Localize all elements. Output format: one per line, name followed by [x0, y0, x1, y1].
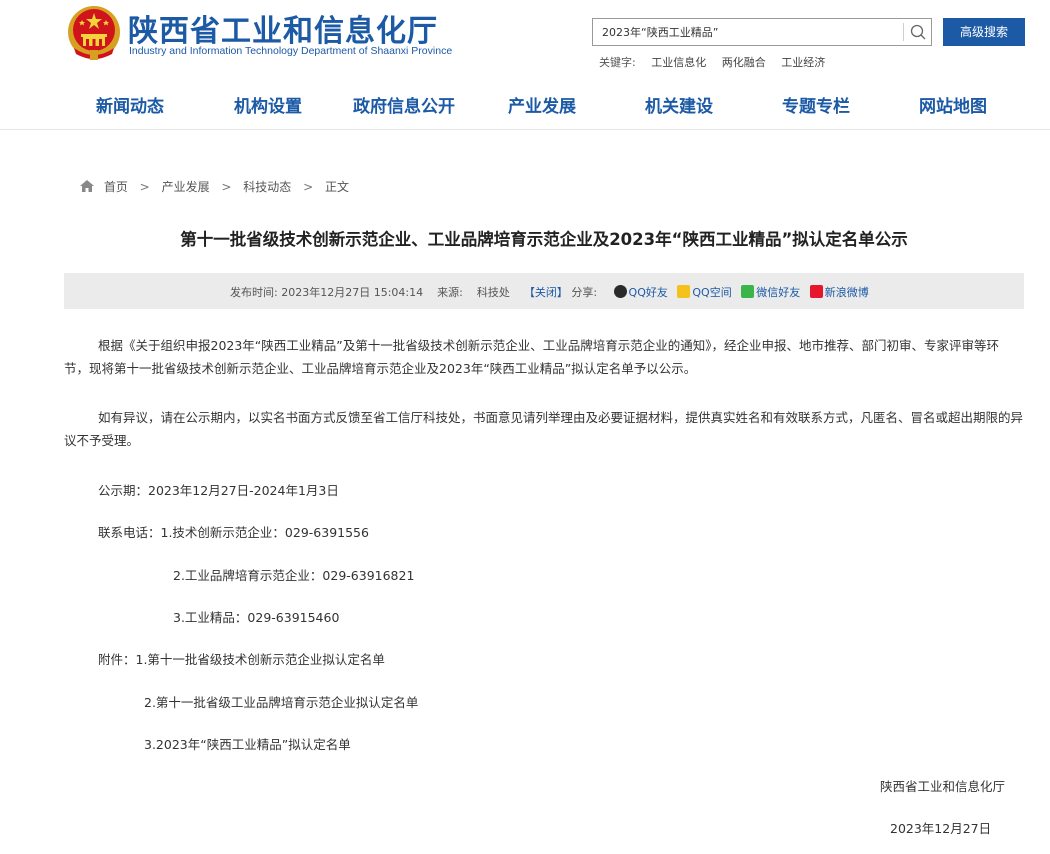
share-label-text: QQ好友 [628, 286, 668, 299]
nav-item-sitemap[interactable]: 网站地图 [919, 92, 987, 117]
nav-item-party-building[interactable]: 机关建设 [645, 92, 713, 117]
share-weibo[interactable]: 新浪微博 [809, 284, 869, 300]
share-wechat[interactable]: 微信好友 [741, 284, 800, 300]
source-label: 来源: [437, 286, 463, 299]
breadcrumb-current: 正文 [325, 180, 350, 194]
contact-line: 3.工业精品：029-63915460 [173, 610, 340, 625]
site-title[interactable]: 陕西省工业和信息化厅 [128, 6, 438, 50]
breadcrumb-separator: > [139, 180, 150, 194]
attachment-link[interactable]: 2.第十一批省级工业品牌培育示范企业拟认定名单 [144, 691, 418, 714]
publish-time: 2023年12月27日 15:04:14 [281, 286, 424, 299]
publish-time-label: 发布时间: [230, 286, 278, 299]
home-icon [80, 180, 94, 192]
breadcrumb: 首页 > 产业发展 > 科技动态 > 正文 [80, 178, 349, 195]
search-icon [910, 24, 926, 40]
search-divider [903, 23, 904, 41]
share-label-text: QQ空间 [692, 286, 732, 299]
share-label-text: 新浪微博 [824, 286, 869, 299]
article-meta-bar: 发布时间: 2023年12月27日 15:04:14 来源: 科技处 【关闭】 … [64, 273, 1024, 309]
breadcrumb-separator: > [221, 180, 232, 194]
article-title: 第十一批省级技术创新示范企业、工业品牌培育示范企业及2023年“陕西工业精品”拟… [180, 230, 908, 249]
keywords-label: 关键字: [599, 56, 636, 69]
site-header: 陕西省工业和信息化厅 Industry and Information Tech… [0, 0, 1050, 130]
nav-item-gov-info[interactable]: 政府信息公开 [353, 92, 455, 117]
attachment-link[interactable]: 3.2023年“陕西工业精品”拟认定名单 [144, 733, 351, 756]
paragraph: 如有异议，请在公示期内，以实名书面方式反馈至省工信厅科技处，书面意见请列举理由及… [64, 410, 1024, 448]
search-box [592, 18, 932, 46]
weibo-icon [809, 285, 823, 298]
main-nav: 新闻动态 机构设置 政府信息公开 产业发展 机关建设 专题专栏 网站地图 [60, 92, 1030, 124]
close-link[interactable]: 【关闭】 [524, 286, 568, 299]
signature: 陕西省工业和信息化厅 [880, 779, 1006, 794]
nav-item-special-topics[interactable]: 专题专栏 [782, 92, 850, 117]
national-emblem-icon [68, 6, 120, 60]
nav-item-organization[interactable]: 机构设置 [234, 92, 302, 117]
breadcrumb-separator: > [303, 180, 314, 194]
contact-line: 联系电话：1.技术创新示范企业：029-6391556 [98, 525, 369, 540]
contact-line: 2.工业品牌培育示范企业：029-63916821 [173, 568, 415, 583]
article-meta: 发布时间: 2023年12月27日 15:04:14 来源: 科技处 【关闭】 … [230, 284, 869, 300]
paragraph: 根据《关于组织申报2023年“陕西工业精品”及第十一批省级技术创新示范企业、工业… [64, 338, 1000, 376]
publicity-period: 公示期：2023年12月27日-2024年1月3日 [98, 483, 339, 498]
keyword-link[interactable]: 两化融合 [722, 56, 766, 69]
breadcrumb-tech-news[interactable]: 科技动态 [243, 180, 291, 194]
breadcrumb-home[interactable]: 首页 [104, 180, 128, 194]
attachment-link[interactable]: 附件：1.第十一批省级技术创新示范企业拟认定名单 [98, 648, 385, 671]
signature-date: 2023年12月27日 [890, 821, 992, 836]
keyword-link[interactable]: 工业经济 [781, 56, 825, 69]
share-qzone[interactable]: QQ空间 [677, 284, 732, 300]
nav-item-industry[interactable]: 产业发展 [508, 92, 576, 117]
search-input[interactable] [593, 19, 903, 45]
share-label-text: 微信好友 [756, 286, 801, 299]
qq-icon [613, 285, 627, 298]
share-qq-friends[interactable]: QQ好友 [613, 284, 668, 300]
keyword-link[interactable]: 工业信息化 [651, 56, 706, 69]
wechat-icon [741, 285, 755, 298]
advanced-search-button[interactable]: 高级搜索 [943, 18, 1025, 46]
share-label: 分享: [571, 286, 598, 299]
source-value: 科技处 [476, 286, 510, 299]
breadcrumb-industry[interactable]: 产业发展 [162, 180, 210, 194]
nav-item-news[interactable]: 新闻动态 [96, 92, 164, 117]
site-subtitle: Industry and Information Technology Depa… [129, 45, 453, 57]
keywords-bar: 关键字: 工业信息化 两化融合 工业经济 [599, 54, 837, 70]
qzone-icon [677, 285, 691, 298]
search-button[interactable] [905, 19, 931, 45]
